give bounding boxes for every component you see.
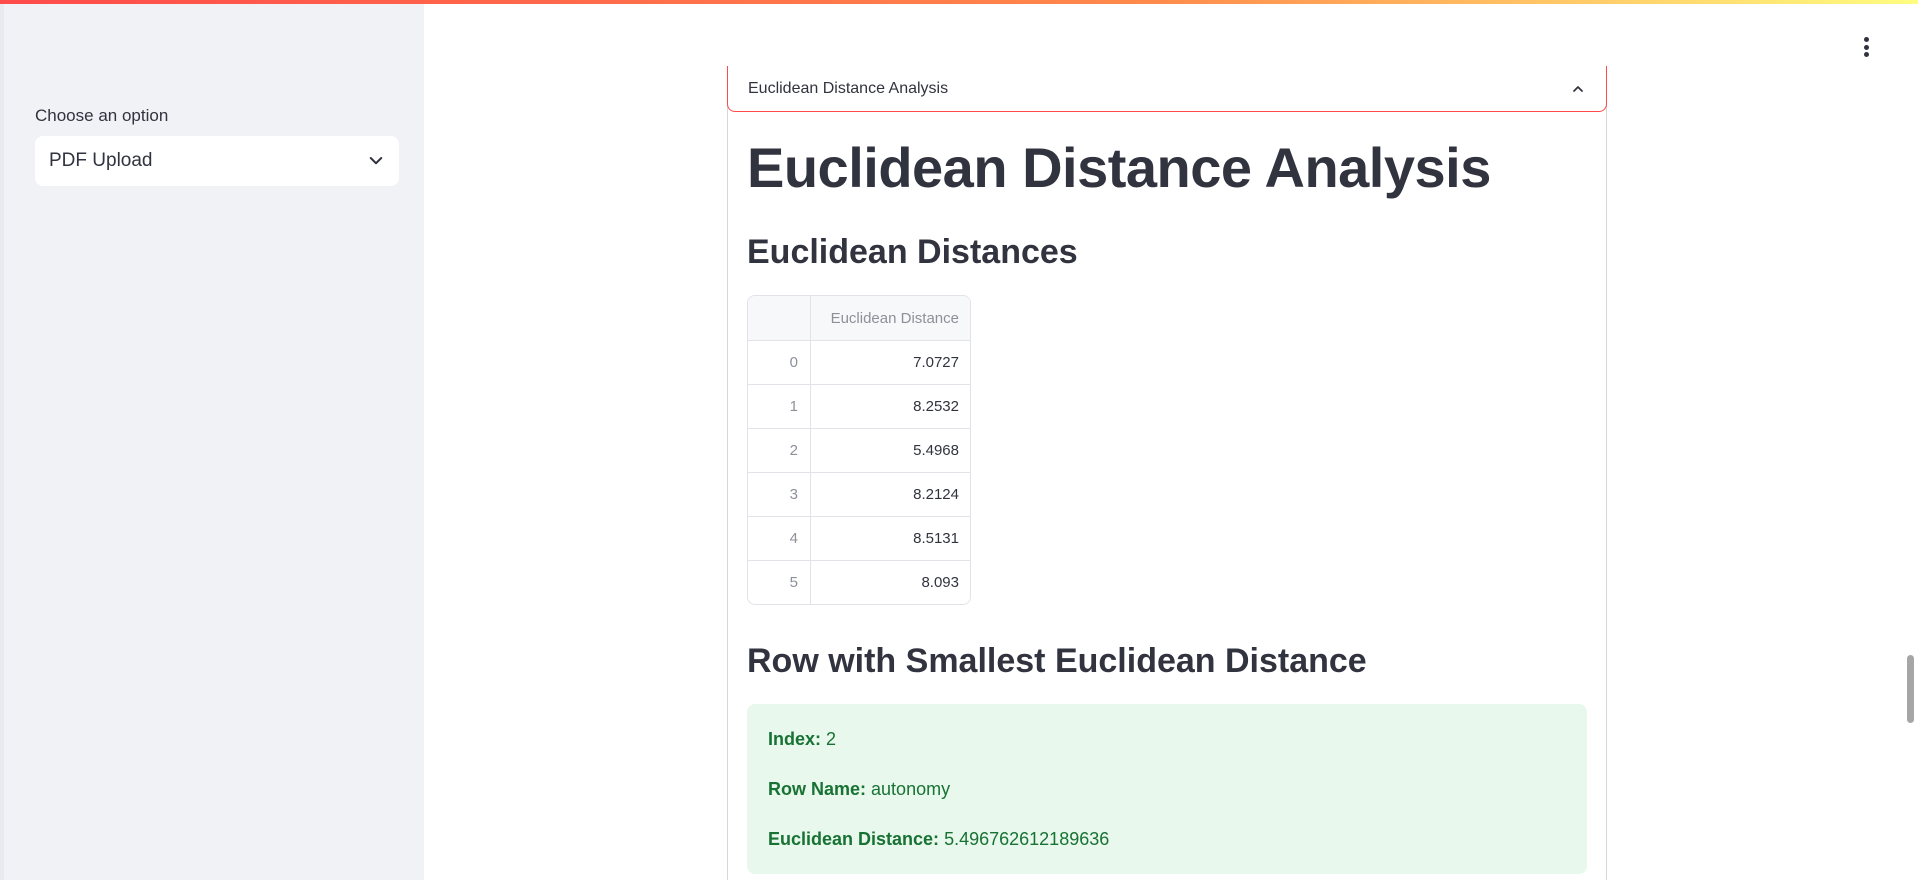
- distance-label: Euclidean Distance:: [768, 829, 940, 849]
- smallest-distance-heading: Row with Smallest Euclidean Distance: [747, 642, 1367, 680]
- option-select[interactable]: PDF Upload: [35, 136, 399, 186]
- index-value: 2: [826, 729, 837, 749]
- row-index: 5: [748, 561, 811, 604]
- top-decoration-stripe: [0, 0, 1918, 4]
- distances-heading: Euclidean Distances: [747, 233, 1078, 271]
- distance-value: 5.496762612189636: [944, 829, 1110, 849]
- table-row: 5 8.093: [748, 560, 970, 604]
- distance-line: Euclidean Distance: 5.496762612189636: [768, 829, 1109, 850]
- distance-cell[interactable]: 8.2532: [811, 385, 970, 428]
- table-row: 2 5.4968: [748, 428, 970, 472]
- success-alert: Index: 2 Row Name: autonomy Euclidean Di…: [747, 704, 1587, 874]
- chevron-up-icon: [1573, 85, 1583, 92]
- row-name-value: autonomy: [871, 779, 951, 799]
- distance-cell[interactable]: 8.2124: [811, 473, 970, 516]
- table-row: 1 8.2532: [748, 384, 970, 428]
- more-vertical-icon-dot: [1863, 44, 1869, 50]
- select-label: Choose an option: [35, 106, 169, 125]
- index-label: Index:: [768, 729, 822, 749]
- table-row: 4 8.5131: [748, 516, 970, 560]
- table-row: 3 8.2124: [748, 472, 970, 516]
- index-header: [748, 296, 811, 340]
- scrollbar-thumb[interactable]: [1907, 655, 1914, 723]
- row-index: 1: [748, 385, 811, 428]
- row-name-label: Row Name:: [768, 779, 867, 799]
- distance-cell[interactable]: 8.093: [811, 561, 970, 604]
- page-title: Euclidean Distance Analysis: [747, 136, 1491, 199]
- row-index: 3: [748, 473, 811, 516]
- more-vertical-icon-dot: [1863, 52, 1869, 57]
- row-name-line: Row Name: autonomy: [768, 779, 950, 800]
- row-index: 0: [748, 341, 811, 384]
- index-line: Index: 2: [768, 729, 836, 750]
- row-index: 4: [748, 517, 811, 560]
- distance-cell[interactable]: 7.0727: [811, 341, 970, 384]
- column-header[interactable]: Euclidean Distance: [811, 296, 970, 340]
- chevron-down-icon: [369, 157, 383, 165]
- option-select-value: PDF Upload: [49, 150, 153, 171]
- main-menu-button[interactable]: [1856, 34, 1876, 60]
- distance-cell[interactable]: 8.5131: [811, 517, 970, 560]
- expander-header[interactable]: Euclidean Distance Analysis: [727, 66, 1607, 112]
- distance-cell[interactable]: 5.4968: [811, 429, 970, 472]
- table-row: 0 7.0727: [748, 340, 970, 384]
- sidebar: Choose an option PDF Upload: [0, 0, 424, 880]
- table-header-row: Euclidean Distance: [748, 296, 970, 340]
- row-index: 2: [748, 429, 811, 472]
- expander-title: Euclidean Distance Analysis: [748, 79, 949, 97]
- more-vertical-icon: [1863, 37, 1869, 42]
- distances-table[interactable]: Euclidean Distance 0 7.0727 1 8.2532 2 5…: [747, 295, 971, 605]
